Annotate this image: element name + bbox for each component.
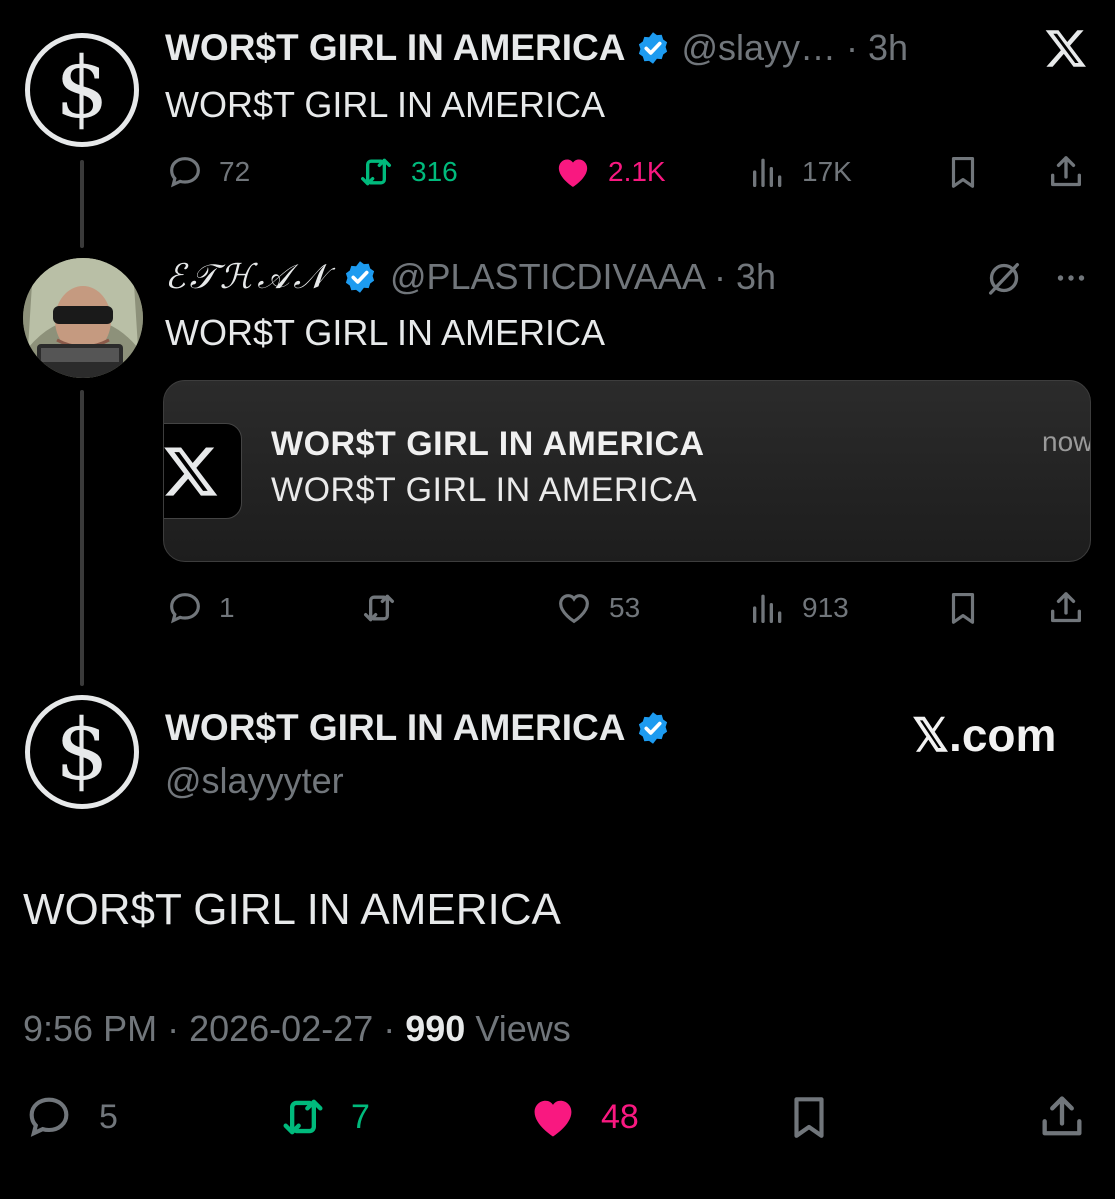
bookmark-button[interactable] [944,588,982,633]
notification-time: now [1042,426,1091,457]
dollar-sign-icon: $ [55,701,109,799]
dollar-sign-icon: $ [55,39,109,137]
notification-title: WOR$T GIRL IN AMERICA [271,425,705,463]
share-icon [1042,1096,1082,1136]
bookmark-button[interactable] [784,1091,834,1148]
share-button[interactable] [1046,588,1086,633]
avatar-plasticdivaaa[interactable] [23,258,143,378]
like-count: 48 [601,1097,639,1136]
notification-card[interactable]: WOR$T GIRL IN AMERICA WOR$T GIRL IN AMER… [163,380,1091,562]
views-icon [753,158,782,187]
verified-badge-icon [639,32,668,64]
tweet-date: 2026-02-27 [189,1008,374,1049]
tweet-text: WOR$T GIRL IN AMERICA [165,84,606,125]
like-count: 53 [609,592,641,623]
avatar-slayyyter[interactable]: $ [25,33,139,147]
x-app-icon [164,423,242,519]
handle-time: @slayy… · 3h [681,27,909,68]
retweet-count: 7 [351,1097,370,1136]
reply-icon [29,1097,69,1137]
more-options-icon[interactable] [1052,260,1090,301]
like-button[interactable]: 48 [525,1091,639,1143]
share-icon [1051,156,1081,187]
retweet-icon [361,158,391,186]
bookmark-icon [794,1097,824,1138]
retweet-button[interactable]: 7 [275,1091,370,1143]
x-logo-icon[interactable] [1043,26,1089,75]
author-handle[interactable]: @slayyyter [165,760,344,802]
views-icon [753,594,782,623]
verified-badge-icon [345,261,375,293]
xcom-watermark: 𝕏.com [912,709,1057,761]
reply-button[interactable]: 72 [165,152,250,192]
heart-filled-icon [534,1100,572,1137]
views-button[interactable]: 17K [748,152,852,192]
views-count: 913 [802,592,849,623]
heart-outline-icon [559,594,589,624]
author-name[interactable]: WOR$T GIRL IN AMERICA [165,707,625,749]
tweet-meta: 9:56 PM · 2026-02-27 · 990 Views [23,1008,571,1050]
retweet-count: 316 [411,156,458,187]
thread-line [80,160,84,248]
share-button[interactable] [1046,152,1086,197]
tweet-time: 9:56 PM [23,1008,158,1049]
bookmark-button[interactable] [944,152,982,197]
retweet-icon [364,594,394,622]
handle-time: @PLASTICDIVAAA · 3h [389,256,776,297]
tweet-text: WOR$T GIRL IN AMERICA [165,312,606,353]
retweet-button[interactable] [358,588,400,628]
author-name[interactable]: WOR$T GIRL IN AMERICA [165,27,625,69]
reply-button[interactable]: 5 [23,1091,118,1143]
tweet-text: WOR$T GIRL IN AMERICA [23,885,561,934]
share-icon [1051,592,1081,623]
views-button[interactable]: 913 [748,588,849,628]
like-button[interactable]: 53 [553,588,640,628]
bookmark-icon [951,592,975,624]
profile-photo [23,258,143,378]
verified-badge-icon [639,712,668,744]
reply-count: 72 [219,156,251,187]
views-count[interactable]: 990 [405,1008,465,1049]
reply-icon [170,593,200,624]
bookmark-icon [951,156,975,188]
reply-count: 1 [219,592,235,623]
views-count: 17K [802,156,852,187]
retweet-icon [283,1099,323,1135]
heart-filled-icon [558,159,588,187]
reply-icon [170,157,200,188]
separator-dot: · [383,1008,406,1049]
grok-icon[interactable] [984,258,1024,303]
like-count: 2.1K [608,156,666,187]
views-label: Views [475,1008,571,1049]
avatar-slayyyter[interactable]: $ [25,695,139,809]
share-button[interactable] [1036,1091,1088,1148]
thread-line [80,390,84,686]
like-button[interactable]: 2.1K [552,152,666,192]
author-name[interactable]: ℰ𝒯ℋ𝒜𝒩 [165,257,330,297]
reply-button[interactable]: 1 [165,588,235,628]
separator-dot: · [167,1008,190,1049]
notification-body: WOR$T GIRL IN AMERICA [271,471,698,509]
retweet-button[interactable]: 316 [355,152,458,192]
reply-count: 5 [99,1097,118,1136]
